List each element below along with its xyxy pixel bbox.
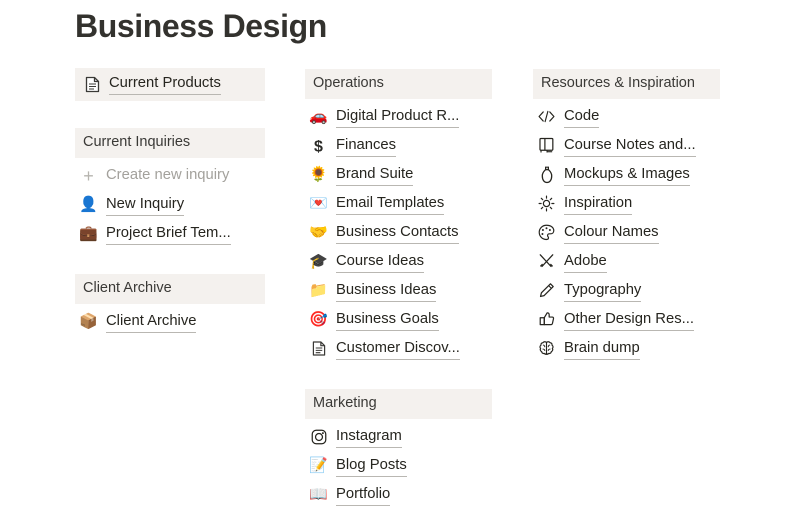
block-operations: Operations 🚗 Digital Product R... $ Fina… (305, 69, 492, 363)
block-current-inquiries: Current Inquiries + Create new inquiry 👤… (75, 128, 265, 248)
memo-pencil-emoji: 📝 (309, 457, 328, 474)
package-emoji: 📦 (79, 313, 98, 330)
list-item-label: New Inquiry (106, 194, 185, 216)
briefcase-emoji: 💼 (79, 225, 98, 242)
list-item-business-ideas[interactable]: 📁 Business Ideas (305, 276, 492, 305)
page-document-icon (83, 75, 102, 94)
handshake-emoji: 🤝 (309, 224, 328, 241)
list-item-instagram[interactable]: Instagram (305, 422, 492, 451)
list-item-client-archive[interactable]: 📦 Client Archive (75, 307, 265, 336)
list-resources: Code Course Notes and... Mockups & Image… (533, 102, 720, 363)
red-car-emoji: 🚗 (309, 108, 328, 125)
list-item-label: Other Design Res... (564, 309, 694, 331)
list-item-create-new-inquiry[interactable]: + Create new inquiry (75, 161, 265, 190)
list-item-brand-suite[interactable]: 🌻 Brand Suite (305, 160, 492, 189)
section-header-client-archive: Client Archive (75, 274, 265, 304)
section-header-current-inquiries: Current Inquiries (75, 128, 265, 158)
list-item-typography[interactable]: Typography (533, 276, 720, 305)
block-current-products: Current Products (75, 68, 265, 101)
list-item-label: Email Templates (336, 193, 445, 215)
graduation-cap-emoji: 🎓 (309, 253, 328, 270)
list-marketing: Instagram 📝 Blog Posts 📖 Portfolio (305, 422, 492, 509)
list-item-label: Brain dump (564, 338, 640, 360)
list-item-course-ideas[interactable]: 🎓 Course Ideas (305, 247, 492, 276)
bottle-mockup-icon (537, 165, 556, 184)
list-item-project-brief-template[interactable]: 💼 Project Brief Tem... (75, 219, 265, 248)
block-resources-and-inspiration: Resources & Inspiration Code Course Note… (533, 69, 720, 363)
list-item-label: Code (564, 106, 600, 128)
sunflower-emoji: 🌻 (309, 166, 328, 183)
list-item-label: Colour Names (564, 222, 659, 244)
list-item-digital-product-roadmap[interactable]: 🚗 Digital Product R... (305, 102, 492, 131)
plus-icon: + (83, 165, 94, 186)
list-item-brain-dump[interactable]: Brain dump (533, 334, 720, 363)
list-item-finances[interactable]: $ Finances (305, 131, 492, 160)
list-item-label: Business Goals (336, 309, 439, 331)
list-item-inspiration[interactable]: Inspiration (533, 189, 720, 218)
notebook-icon (537, 136, 556, 155)
list-item-label: Portfolio (336, 484, 391, 506)
list-item-label: Customer Discov... (336, 338, 460, 360)
instagram-camera-icon (309, 427, 328, 446)
list-item-label: Brand Suite (336, 164, 414, 186)
list-item-label: Typography (564, 280, 642, 302)
list-item-colour-names[interactable]: Colour Names (533, 218, 720, 247)
pencil-icon (537, 281, 556, 300)
code-brackets-icon (537, 107, 556, 126)
list-item-customer-discovery[interactable]: Customer Discov... (305, 334, 492, 363)
list-item-label: Digital Product R... (336, 106, 460, 128)
section-header-operations: Operations (305, 69, 492, 99)
brain-icon (537, 339, 556, 358)
list-item-label: Inspiration (564, 193, 633, 215)
list-item-label: Create new inquiry (106, 167, 230, 183)
list-client-archive: 📦 Client Archive (75, 307, 265, 336)
section-header-resources-and-inspiration: Resources & Inspiration (533, 69, 720, 99)
love-letter-emoji: 💌 (309, 195, 328, 212)
dollar-sign-icon: $ (309, 136, 328, 155)
list-item-business-goals[interactable]: 🎯 Business Goals (305, 305, 492, 334)
block-client-archive: Client Archive 📦 Client Archive (75, 274, 265, 336)
list-item-course-notes[interactable]: Course Notes and... (533, 131, 720, 160)
list-item-business-contacts[interactable]: 🤝 Business Contacts (305, 218, 492, 247)
svg-text:$: $ (314, 138, 323, 155)
list-operations: 🚗 Digital Product R... $ Finances 🌻 Bran… (305, 102, 492, 363)
page-title: Business Design (75, 8, 327, 44)
list-item-email-templates[interactable]: 💌 Email Templates (305, 189, 492, 218)
list-item-label: Business Ideas (336, 280, 437, 302)
list-item-label: Finances (336, 135, 397, 157)
thumbs-up-icon (537, 310, 556, 329)
list-item-label: Blog Posts (336, 455, 407, 477)
open-book-emoji: 📖 (309, 486, 328, 503)
bust-in-silhouette-emoji: 👤 (79, 196, 98, 213)
list-item-label: Business Contacts (336, 222, 459, 244)
paint-palette-icon (537, 223, 556, 242)
list-item-portfolio[interactable]: 📖 Portfolio (305, 480, 492, 509)
list-item-label: Course Notes and... (564, 135, 696, 157)
list-item-new-inquiry[interactable]: 👤 New Inquiry (75, 190, 265, 219)
section-header-marketing: Marketing (305, 389, 492, 419)
crossed-brushes-icon (537, 252, 556, 271)
block-marketing: Marketing Instagram 📝 Blog Posts 📖 Portf… (305, 389, 492, 509)
sun-light-icon (537, 194, 556, 213)
list-item-code[interactable]: Code (533, 102, 720, 131)
list-current-inquiries: + Create new inquiry 👤 New Inquiry 💼 Pro… (75, 161, 265, 248)
list-item-label: Mockups & Images (564, 164, 690, 186)
list-item-other-design-resources[interactable]: Other Design Res... (533, 305, 720, 334)
dart-target-emoji: 🎯 (309, 311, 328, 328)
list-item-blog-posts[interactable]: 📝 Blog Posts (305, 451, 492, 480)
list-item-adobe[interactable]: Adobe (533, 247, 720, 276)
list-item-label: Course Ideas (336, 251, 425, 273)
list-item-label: Instagram (336, 426, 402, 448)
section-header-label: Current Products (109, 73, 221, 95)
section-header-current-products[interactable]: Current Products (75, 68, 265, 101)
notion-page: Business Design Current Products Current… (0, 0, 800, 513)
list-item-label: Project Brief Tem... (106, 223, 231, 245)
list-item-label: Adobe (564, 251, 607, 273)
list-item-mockups-and-images[interactable]: Mockups & Images (533, 160, 720, 189)
list-item-label: Client Archive (106, 311, 197, 333)
folder-emoji: 📁 (309, 282, 328, 299)
page-document-icon (309, 339, 328, 358)
